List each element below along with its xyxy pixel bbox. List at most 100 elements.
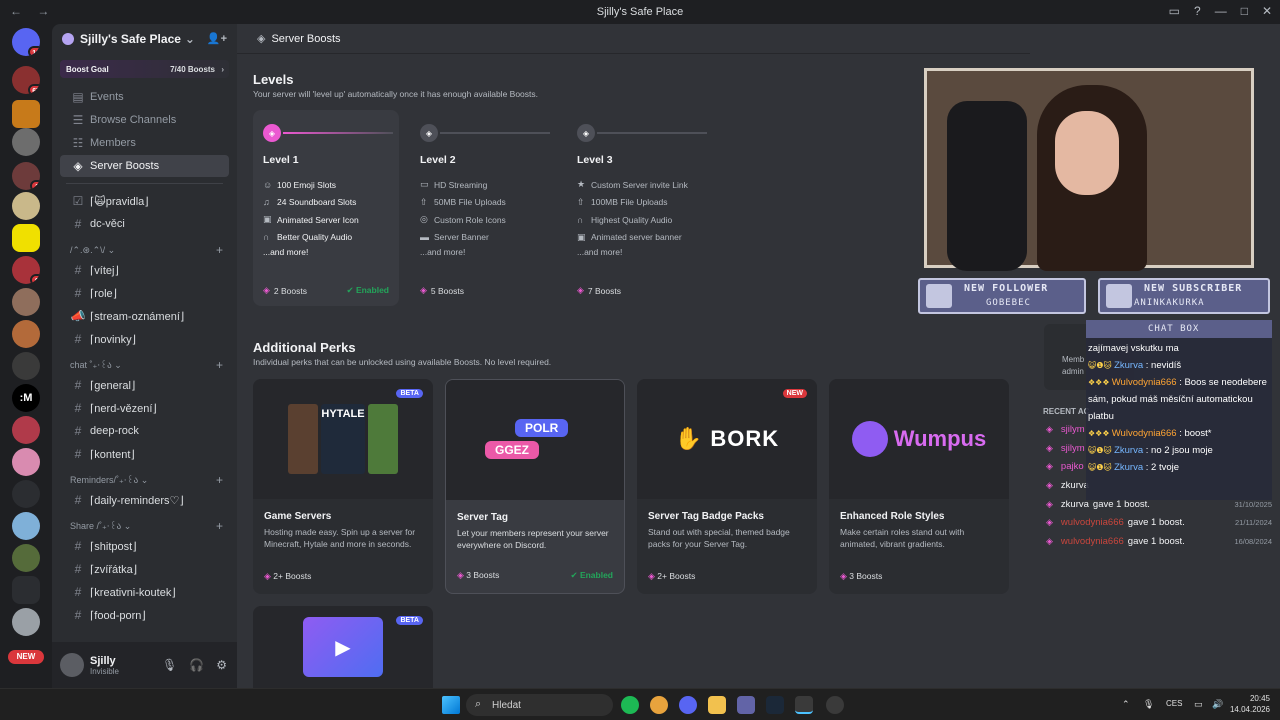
server-icon[interactable] bbox=[12, 544, 40, 572]
activity-date: 16/08/2024 bbox=[1234, 536, 1272, 546]
emoji-icon: ☺ bbox=[263, 179, 273, 190]
server-icon[interactable]: 67 bbox=[12, 66, 40, 94]
perk-card-badge-packs[interactable]: ✋ BORK NEW Server Tag Badge Packs Stand … bbox=[637, 379, 817, 594]
channel-item[interactable]: # dc-věci bbox=[60, 213, 229, 235]
perk-label: Animated server banner bbox=[591, 232, 682, 243]
hashtag-icon: # bbox=[74, 286, 82, 300]
nav-members[interactable]: ☷ Members bbox=[60, 132, 229, 154]
chat-text: : nevidíš bbox=[1145, 360, 1182, 371]
webcam-feed bbox=[924, 68, 1254, 271]
inbox-icon[interactable]: ▭ bbox=[1169, 4, 1180, 18]
stream-icon: ▭ bbox=[420, 179, 429, 190]
teams-icon[interactable] bbox=[737, 696, 755, 714]
level-card: ◈ Level 2 ▭ HD Streaming ⇧ 50MB File Uploa… bbox=[410, 110, 556, 306]
channel-item[interactable]: # ⌈role⌋ bbox=[60, 282, 229, 304]
server-icon[interactable] bbox=[12, 128, 40, 156]
settings-gear-icon[interactable]: ⚙ bbox=[216, 658, 227, 672]
app-icon[interactable] bbox=[795, 696, 813, 714]
nav-label: Browse Channels bbox=[90, 114, 177, 126]
perk-card-server-tag[interactable]: POLR GGEZ Server Tag Let your members re… bbox=[445, 379, 625, 594]
discord-icon[interactable] bbox=[679, 696, 697, 714]
close-icon[interactable]: ✕ bbox=[1262, 4, 1272, 18]
invite-icon[interactable]: 👤+ bbox=[207, 32, 227, 45]
channel-item[interactable]: 📣 ⌈stream-oznámení⌋ bbox=[60, 305, 229, 327]
help-icon[interactable]: ? bbox=[1194, 4, 1201, 18]
add-channel-icon[interactable]: + bbox=[216, 473, 223, 487]
channel-item[interactable]: # ⌈shitpost⌋ bbox=[60, 535, 229, 557]
channel-item[interactable]: # ⌈zvířátka⌋ bbox=[60, 558, 229, 580]
folder-icon[interactable] bbox=[12, 576, 40, 604]
file-explorer-icon[interactable] bbox=[708, 696, 726, 714]
perk-title: Game Servers bbox=[264, 511, 332, 522]
language-indicator[interactable]: CES bbox=[1166, 699, 1182, 708]
server-icon[interactable] bbox=[12, 448, 40, 476]
bork-badge: ✋ BORK bbox=[675, 426, 779, 452]
server-icon[interactable] bbox=[12, 512, 40, 540]
perk-card-video[interactable]: ▶ BETA bbox=[253, 606, 433, 688]
steam-icon[interactable] bbox=[766, 696, 784, 714]
server-icon[interactable] bbox=[12, 224, 40, 252]
channel-item[interactable]: # ⌈nerd-vězení⌋ bbox=[60, 397, 229, 419]
boost-goal-bar[interactable]: Boost Goal 7/40 Boosts › bbox=[60, 60, 229, 78]
search-input[interactable]: ⌕ Hledat bbox=[466, 694, 613, 716]
channel-item[interactable]: # ⌈daily-reminders♡⌋ bbox=[60, 489, 229, 511]
server-icon[interactable] bbox=[12, 352, 40, 380]
nav-events[interactable]: ▤ Events bbox=[60, 86, 229, 108]
category-header[interactable]: Share /˚₊‧꒰ა ⌄ + bbox=[60, 517, 229, 535]
category-header[interactable]: chat ˚₊‧꒰ა ⌄ + bbox=[60, 356, 229, 374]
add-channel-icon[interactable]: + bbox=[216, 519, 223, 533]
microphone-icon[interactable]: 🎙 bbox=[1143, 699, 1154, 710]
server-icon[interactable] bbox=[12, 288, 40, 316]
headphones-icon[interactable]: 🎧 bbox=[189, 658, 204, 672]
more-text: ...and more! bbox=[420, 247, 466, 257]
server-boost-icon bbox=[62, 33, 74, 45]
chat-user: Zkurva bbox=[1114, 360, 1144, 371]
channel-item[interactable]: # ⌈food-porn⌋ bbox=[60, 604, 229, 626]
perk-card-role-styles[interactable]: Wumpus Enhanced Role Styles Make certain… bbox=[829, 379, 1009, 594]
volume-icon[interactable]: 🔊 bbox=[1212, 699, 1223, 710]
server-icon[interactable] bbox=[12, 320, 40, 348]
server-icon[interactable]: 1 bbox=[12, 162, 40, 190]
network-icon[interactable]: ▭ bbox=[1194, 699, 1203, 710]
chrome-icon[interactable] bbox=[650, 696, 668, 714]
windows-start-icon[interactable] bbox=[442, 696, 460, 714]
perk-card-game-servers[interactable]: HYTALE BETA Game Servers Hosting made ea… bbox=[253, 379, 433, 594]
server-icon[interactable] bbox=[12, 416, 40, 444]
avatar[interactable] bbox=[60, 653, 84, 677]
obs-icon[interactable] bbox=[826, 696, 844, 714]
video-perk-art: ▶ BETA bbox=[253, 606, 433, 688]
channel-item[interactable]: # deep-rock bbox=[60, 420, 229, 442]
channel-item[interactable]: ☑ ⌈🙀pravidla⌋ bbox=[60, 190, 229, 212]
chevron-up-icon[interactable]: ⌃ bbox=[1122, 699, 1130, 710]
boost-gem-icon: ◈ bbox=[264, 571, 271, 581]
server-icon[interactable] bbox=[12, 608, 40, 636]
perk-item: ☺ 100 Emoji Slots bbox=[263, 176, 389, 194]
perk-label: Custom Server invite Link bbox=[591, 179, 688, 190]
add-channel-icon[interactable]: + bbox=[216, 358, 223, 372]
category-header[interactable]: Reminders/˚₊‧꒰ა ⌄ + bbox=[60, 471, 229, 489]
dm-home-icon[interactable]: 16 bbox=[12, 28, 40, 56]
server-icon[interactable] bbox=[12, 192, 40, 220]
channel-item[interactable]: # ⌈kreativni-koutek⌋ bbox=[60, 581, 229, 603]
clock[interactable]: 20:45 14.04.2026 bbox=[1230, 693, 1270, 715]
category-header[interactable]: /⌃.⊛.⌃\/ ⌄ + bbox=[60, 241, 229, 259]
channel-item[interactable]: # ⌈vítej⌋ bbox=[60, 259, 229, 281]
channel-name: ⌈general⌋ bbox=[90, 379, 136, 392]
minimize-icon[interactable]: — bbox=[1215, 4, 1227, 18]
add-channel-icon[interactable]: + bbox=[216, 243, 223, 257]
server-icon[interactable] bbox=[12, 480, 40, 508]
activity-text: gave 1 boost. bbox=[1127, 516, 1185, 528]
server-icon[interactable] bbox=[12, 100, 40, 128]
channel-item[interactable]: # ⌈kontent⌋ bbox=[60, 443, 229, 465]
nav-server-boosts[interactable]: ◈ Server Boosts bbox=[60, 155, 229, 177]
server-icon[interactable]: 9 bbox=[12, 256, 40, 284]
channel-item[interactable]: # ⌈novinky⌋ bbox=[60, 328, 229, 350]
matrix-server-icon[interactable]: :M bbox=[12, 384, 40, 412]
spotify-icon[interactable] bbox=[621, 696, 639, 714]
maximize-icon[interactable]: □ bbox=[1241, 4, 1248, 18]
server-header[interactable]: Sjilly's Safe Place ⌄ 👤+ bbox=[52, 24, 237, 54]
status-text: Enabled bbox=[579, 570, 613, 580]
nav-browse-channels[interactable]: ☰ Browse Channels bbox=[60, 109, 229, 131]
channel-item[interactable]: # ⌈general⌋ bbox=[60, 374, 229, 396]
microphone-icon[interactable]: 🎙 bbox=[162, 658, 177, 672]
